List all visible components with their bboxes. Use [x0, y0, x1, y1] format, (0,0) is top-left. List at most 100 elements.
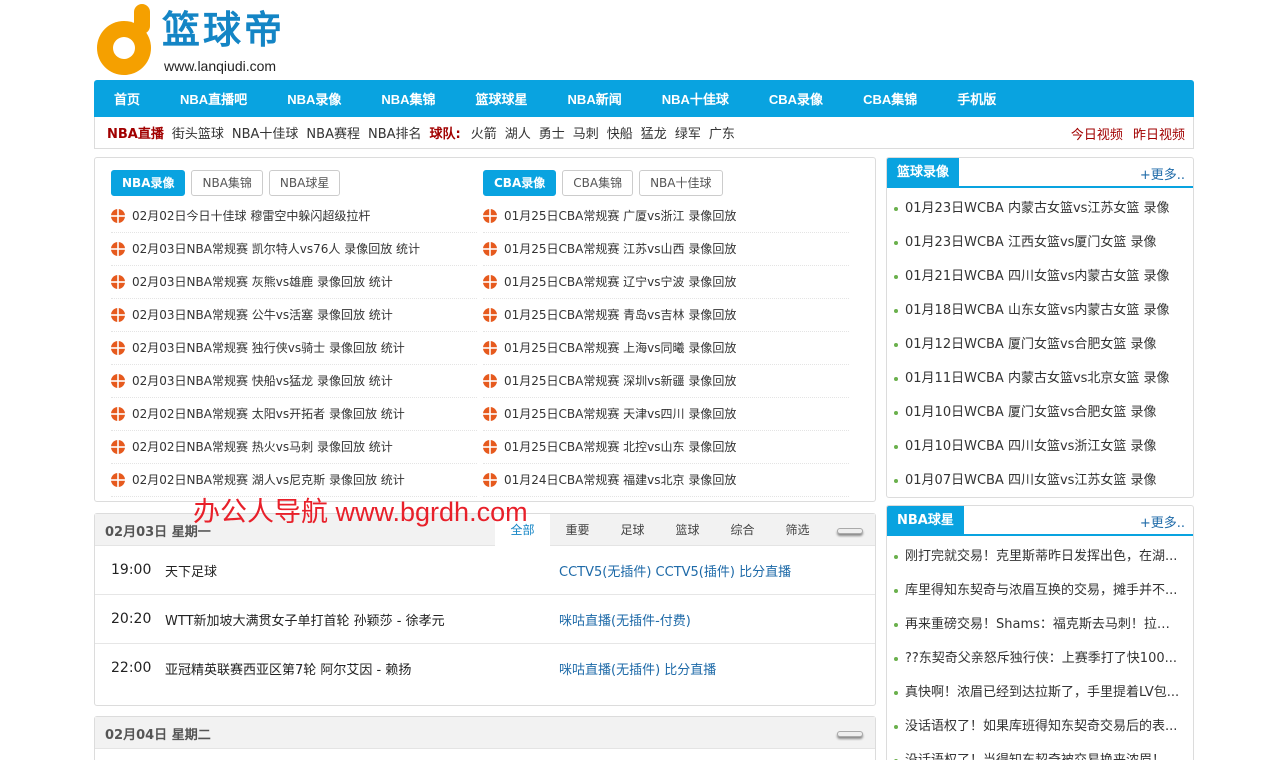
list-item[interactable]: 01月24日CBA常规赛 福建vs北京 录像回放 [483, 464, 849, 497]
list-item[interactable]: 02月02日NBA常规赛 热火vs马刺 录像回放 统计 [111, 431, 477, 464]
subnav-item[interactable]: NBA十佳球 [232, 123, 299, 142]
tab-nba-highlights[interactable]: NBA集锦 [191, 170, 263, 196]
list-item[interactable]: 01月10日WCBA 四川女篮vs浙江女篮 录像 [887, 430, 1193, 464]
nba-video-list: 02月02日今日十佳球 穆雷空中躲闪超级拉杆 02月03日NBA常规赛 凯尔特人… [111, 200, 477, 497]
nba-tabs: NBA录像 NBA集锦 NBA球星 [111, 170, 477, 196]
yesterday-video-link[interactable]: 昨日视频 [1133, 128, 1185, 143]
schedule-filter-tabs: 全部 重要 足球 篮球 综合 筛选 [495, 514, 825, 546]
filter-tab-football[interactable]: 足球 [605, 514, 660, 546]
tab-nba-top10[interactable]: NBA十佳球 [639, 170, 723, 196]
list-item[interactable]: 没话语权了！当得知东契奇被交易换来浓眉！... [887, 744, 1193, 760]
filter-tab-filter[interactable]: 筛选 [770, 514, 825, 546]
match-stream-links[interactable]: CCTV5(无插件) CCTV5(插件) 比分直播 [559, 561, 791, 580]
list-item[interactable]: 再来重磅交易！Shams：福克斯去马刺！拉文... [887, 608, 1193, 642]
schedule-day: 02月04日 星期二 [94, 716, 876, 760]
more-link[interactable]: +更多.. [1140, 164, 1185, 183]
match-stream-links[interactable]: 咪咕直播(无插件-付费) [559, 610, 691, 629]
subnav-item[interactable]: 街头篮球 [172, 123, 224, 142]
team-link[interactable]: 绿军 [675, 123, 701, 142]
schedule-day: 02月03日 星期一 全部 重要 足球 篮球 综合 筛选 19:00 天下足球 … [94, 513, 876, 706]
sidebar-list: 01月23日WCBA 内蒙古女篮vs江苏女篮 录像 01月23日WCBA 江西女… [887, 188, 1193, 497]
nav-item-stars[interactable]: 篮球球星 [476, 89, 528, 108]
list-item[interactable]: 01月07日WCBA 四川女篮vs江苏女篮 录像 [887, 464, 1193, 497]
today-video-link[interactable]: 今日视频 [1071, 128, 1123, 143]
list-item[interactable]: 01月25日CBA常规赛 上海vs同曦 录像回放 [483, 332, 849, 365]
basketball-icon [111, 242, 125, 256]
video-day-links: 今日视频 昨日视频 [1065, 124, 1185, 143]
basketball-icon [111, 473, 125, 487]
team-link[interactable]: 马刺 [573, 123, 599, 142]
logo-mark-icon [97, 4, 151, 75]
list-item[interactable]: ??东契奇父亲怒斥独行侠：上赛季打了快100... [887, 642, 1193, 676]
team-link[interactable]: 快船 [607, 123, 633, 142]
nav-item-nba-top10[interactable]: NBA十佳球 [662, 89, 729, 108]
sub-nav: NBA直播 街头篮球 NBA十佳球 NBA赛程 NBA排名 球队: 火箭 湖人 … [94, 117, 1194, 149]
basketball-icon [111, 440, 125, 454]
main-nav: 首页 NBA直播吧 NBA录像 NBA集锦 篮球球星 NBA新闻 NBA十佳球 … [94, 80, 1194, 117]
team-link[interactable]: 勇士 [539, 123, 565, 142]
list-item[interactable]: 01月18日WCBA 山东女篮vs内蒙古女篮 录像 [887, 294, 1193, 328]
sidebar-nba-stars: NBA球星 +更多.. 刚打完就交易！克里斯蒂昨日发挥出色，在湖... 库里得知… [886, 505, 1194, 760]
list-item[interactable]: 01月25日CBA常规赛 辽宁vs宁波 录像回放 [483, 266, 849, 299]
list-item[interactable]: 02月03日NBA常规赛 公牛vs活塞 录像回放 统计 [111, 299, 477, 332]
nav-item-nba-live[interactable]: NBA直播吧 [180, 89, 247, 108]
team-link[interactable]: 广东 [709, 123, 735, 142]
list-item[interactable]: 01月25日CBA常规赛 深圳vs新疆 录像回放 [483, 365, 849, 398]
sidebar-header: 篮球录像 +更多.. [887, 158, 1193, 188]
basketball-icon [111, 209, 125, 223]
tab-nba-video[interactable]: NBA录像 [111, 170, 186, 196]
list-item[interactable]: 01月10日WCBA 厦门女篮vs合肥女篮 录像 [887, 396, 1193, 430]
basketball-icon [483, 275, 497, 289]
tab-cba-video[interactable]: CBA录像 [483, 170, 557, 196]
list-item[interactable]: 02月03日NBA常规赛 灰熊vs雄鹿 录像回放 统计 [111, 266, 477, 299]
list-item[interactable]: 01月11日WCBA 内蒙古女篮vs北京女篮 录像 [887, 362, 1193, 396]
nav-item-nba-news[interactable]: NBA新闻 [568, 89, 622, 108]
list-item[interactable]: 没话语权了！如果库班得知东契奇交易后的表... [887, 710, 1193, 744]
collapse-toggle-icon[interactable] [837, 528, 863, 534]
list-item[interactable]: 01月25日CBA常规赛 北控vs山东 录像回放 [483, 431, 849, 464]
subnav-item[interactable]: NBA赛程 [306, 123, 360, 142]
nav-item-nba-highlights[interactable]: NBA集锦 [381, 89, 435, 108]
site-url: www.lanqiudi.com [164, 58, 277, 74]
nav-item-cba-highlights[interactable]: CBA集锦 [863, 89, 917, 108]
filter-tab-important[interactable]: 重要 [550, 514, 605, 546]
site-logo[interactable]: 篮球帝 www.lanqiudi.com [96, 2, 306, 78]
team-link[interactable]: 湖人 [505, 123, 531, 142]
cba-tabs: CBA录像 CBA集锦 NBA十佳球 [483, 170, 849, 196]
subnav-nba-live[interactable]: NBA直播 [107, 123, 164, 142]
tab-nba-stars[interactable]: NBA球星 [268, 170, 341, 196]
more-link[interactable]: +更多.. [1140, 512, 1185, 531]
list-item[interactable]: 02月03日NBA常规赛 凯尔特人vs76人 录像回放 统计 [111, 233, 477, 266]
list-item[interactable]: 01月25日CBA常规赛 江苏vs山西 录像回放 [483, 233, 849, 266]
nav-item-nba-video[interactable]: NBA录像 [287, 89, 341, 108]
team-link[interactable]: 火箭 [471, 123, 497, 142]
list-item[interactable]: 01月25日CBA常规赛 广厦vs浙江 录像回放 [483, 200, 849, 233]
filter-tab-general[interactable]: 综合 [715, 514, 770, 546]
list-item[interactable]: 01月12日WCBA 厦门女篮vs合肥女篮 录像 [887, 328, 1193, 362]
nav-item-cba-video[interactable]: CBA录像 [769, 89, 823, 108]
collapse-toggle-icon[interactable] [837, 731, 863, 737]
team-link[interactable]: 猛龙 [641, 123, 667, 142]
list-item[interactable]: 01月25日CBA常规赛 天津vs四川 录像回放 [483, 398, 849, 431]
basketball-icon [483, 308, 497, 322]
match-stream-links[interactable]: 咪咕直播(无插件) 比分直播 [559, 659, 716, 678]
list-item[interactable]: 01月23日WCBA 内蒙古女篮vs江苏女篮 录像 [887, 192, 1193, 226]
subnav-item[interactable]: NBA排名 [368, 123, 422, 142]
filter-tab-basketball[interactable]: 篮球 [660, 514, 715, 546]
list-item[interactable]: 库里得知东契奇与浓眉互换的交易，摊手并不... [887, 574, 1193, 608]
list-item[interactable]: 01月25日CBA常规赛 青岛vs吉林 录像回放 [483, 299, 849, 332]
list-item[interactable]: 01月21日WCBA 四川女篮vs内蒙古女篮 录像 [887, 260, 1193, 294]
list-item[interactable]: 真快啊！浓眉已经到达拉斯了，手里提着LV包... [887, 676, 1193, 710]
nav-item-home[interactable]: 首页 [114, 89, 140, 108]
list-item[interactable]: 01月23日WCBA 江西女篮vs厦门女篮 录像 [887, 226, 1193, 260]
teams-label: 球队: [429, 127, 461, 142]
list-item[interactable]: 02月02日今日十佳球 穆雷空中躲闪超级拉杆 [111, 200, 477, 233]
basketball-icon [483, 341, 497, 355]
list-item[interactable]: 02月02日NBA常规赛 太阳vs开拓者 录像回放 统计 [111, 398, 477, 431]
tab-cba-highlights[interactable]: CBA集锦 [562, 170, 634, 196]
list-item[interactable]: 02月03日NBA常规赛 快船vs猛龙 录像回放 统计 [111, 365, 477, 398]
list-item[interactable]: 02月03日NBA常规赛 独行侠vs骑士 录像回放 统计 [111, 332, 477, 365]
basketball-icon [483, 209, 497, 223]
nav-item-mobile[interactable]: 手机版 [957, 89, 996, 108]
list-item[interactable]: 刚打完就交易！克里斯蒂昨日发挥出色，在湖... [887, 540, 1193, 574]
